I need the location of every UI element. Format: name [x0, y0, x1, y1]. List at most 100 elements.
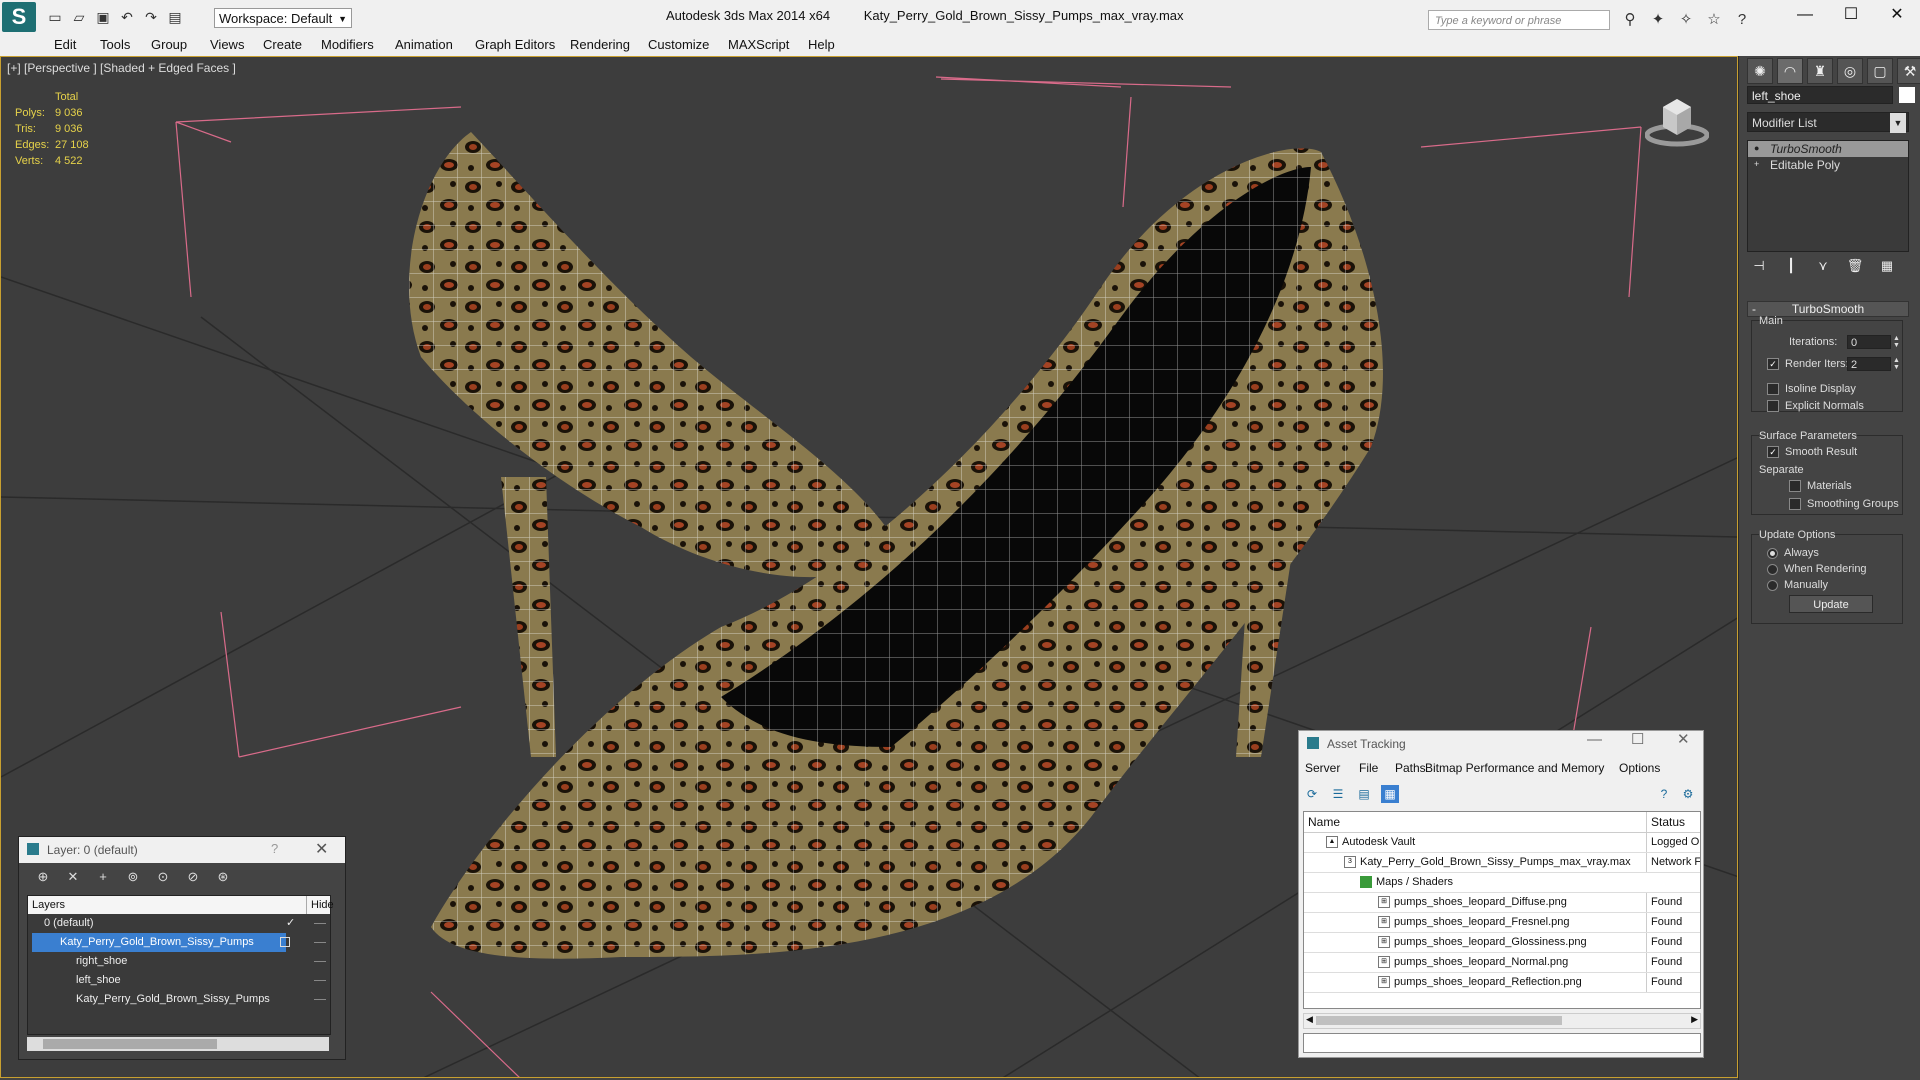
select-objects-icon[interactable]: ⊚	[125, 869, 141, 885]
asset-row[interactable]: 3 Katy_Perry_Gold_Brown_Sissy_Pumps_max_v…	[1304, 853, 1700, 873]
list-view-icon[interactable]: ☰	[1329, 785, 1347, 803]
make-unique-icon[interactable]: ⋎	[1813, 256, 1833, 276]
layer-row[interactable]: right_shoe	[28, 952, 330, 971]
open-file-icon[interactable]: ▱	[70, 8, 88, 26]
asset-row[interactable]: ⊞ pumps_shoes_leopard_Glossiness.png Foun…	[1304, 933, 1700, 953]
asset-row[interactable]: Maps / Shaders	[1304, 873, 1700, 893]
hide-toggle[interactable]	[314, 980, 326, 981]
viewcube-icon[interactable]	[1645, 87, 1709, 151]
menu-group[interactable]: Group	[151, 34, 187, 56]
materials-checkbox[interactable]: Materials	[1789, 479, 1852, 493]
refresh-icon[interactable]: ⟳	[1303, 785, 1321, 803]
menu-graph-editors[interactable]: Graph Editors	[475, 34, 555, 56]
hide-toggle[interactable]	[314, 942, 326, 943]
stack-item-editable-poly[interactable]: + Editable Poly	[1748, 157, 1908, 173]
close-icon[interactable]: ✕	[315, 839, 328, 859]
col-name[interactable]: Name	[1308, 812, 1340, 832]
favorites-icon[interactable]: ☆	[1704, 10, 1724, 30]
scrollbar-thumb[interactable]	[1316, 1016, 1562, 1025]
spinner-arrows-icon[interactable]: ▲ ▼	[1893, 335, 1901, 349]
active-layer-check-icon[interactable]: ✓	[286, 914, 295, 933]
layer-horizontal-scrollbar[interactable]	[27, 1037, 329, 1051]
workspace-dropdown[interactable]: Workspace: Default ▼	[214, 8, 352, 28]
close-icon[interactable]: ✕	[1677, 732, 1690, 747]
layer-row[interactable]: 0 (default) ✓	[28, 914, 330, 933]
app-logo-button[interactable]: S	[2, 2, 36, 32]
configure-sets-icon[interactable]: ▦	[1877, 256, 1897, 276]
menu-bitmap-performance[interactable]: Bitmap Performance and Memory	[1425, 761, 1604, 775]
menu-paths[interactable]: Paths	[1395, 761, 1426, 775]
hide-toggle[interactable]	[314, 999, 326, 1000]
layer-row[interactable]: left_shoe	[28, 971, 330, 990]
menu-tools[interactable]: Tools	[100, 34, 130, 56]
expand-plus-icon[interactable]: +	[1754, 159, 1764, 169]
smooth-result-checkbox[interactable]: ✓ Smooth Result	[1767, 445, 1857, 459]
freeze-all-icon[interactable]: ⊛	[215, 869, 231, 885]
search-input[interactable]: Type a keyword or phrase	[1428, 10, 1610, 30]
table-view-icon[interactable]: ▦	[1381, 785, 1399, 803]
col-layers[interactable]: Layers	[32, 896, 65, 914]
hierarchy-tab-icon[interactable]: ♜	[1807, 58, 1833, 84]
object-color-swatch[interactable]	[1899, 87, 1915, 103]
stack-item-turbosmooth[interactable]: ● TurboSmooth	[1748, 141, 1908, 157]
asset-row[interactable]: ▲ Autodesk Vault Logged O	[1304, 833, 1700, 853]
layer-row[interactable]: Katy_Perry_Gold_Brown_Sissy_Pumps	[28, 933, 330, 952]
asset-row[interactable]: ⊞ pumps_shoes_leopard_Reflection.png Foun…	[1304, 973, 1700, 993]
maximize-icon[interactable]: ☐	[1631, 732, 1644, 747]
explicit-normals-checkbox[interactable]: Explicit Normals	[1767, 399, 1864, 413]
scrollbar-thumb[interactable]	[43, 1039, 217, 1049]
col-status[interactable]: Status	[1646, 812, 1685, 832]
asset-row[interactable]: ⊞ pumps_shoes_leopard_Fresnel.png Found	[1304, 913, 1700, 933]
menu-views[interactable]: Views	[210, 34, 244, 56]
object-name-field[interactable]: left_shoe	[1747, 86, 1893, 104]
update-button[interactable]: Update	[1789, 595, 1873, 613]
always-radio[interactable]: Always	[1767, 546, 1819, 560]
asset-path-field[interactable]	[1303, 1033, 1701, 1053]
highlight-layer-icon[interactable]: ⊙	[155, 869, 171, 885]
create-layer-icon[interactable]: ⊕	[35, 869, 51, 885]
minimize-icon[interactable]: —	[1587, 732, 1602, 747]
layer-row[interactable]: Katy_Perry_Gold_Brown_Sissy_Pumps	[28, 990, 330, 1009]
set-current-icon[interactable]	[280, 937, 290, 947]
menu-customize[interactable]: Customize	[648, 34, 709, 56]
hide-all-icon[interactable]: ⊘	[185, 869, 201, 885]
col-hide[interactable]: Hide	[306, 896, 334, 914]
delete-layer-icon[interactable]: ✕	[65, 869, 81, 885]
motion-tab-icon[interactable]: ◎	[1837, 58, 1863, 84]
help-icon[interactable]: ?	[1732, 10, 1752, 30]
redo-icon[interactable]: ↷	[142, 8, 160, 26]
maximize-icon[interactable]: ☐	[1828, 0, 1874, 34]
asset-horizontal-scrollbar[interactable]: ◀ ▶	[1303, 1013, 1701, 1029]
modifier-list-dropdown[interactable]: Modifier List ▼	[1747, 112, 1909, 133]
hide-toggle[interactable]	[314, 961, 326, 962]
help-icon[interactable]: ?	[1655, 785, 1673, 803]
menu-edit[interactable]: Edit	[54, 34, 76, 56]
close-icon[interactable]: ✕	[1874, 0, 1920, 34]
communication-icon[interactable]: ✧	[1676, 10, 1696, 30]
options-icon[interactable]: ⚙	[1679, 785, 1697, 803]
iterations-spinner[interactable]: 0	[1847, 335, 1891, 349]
lightbulb-icon[interactable]: ●	[1754, 143, 1764, 153]
spinner-arrows-icon[interactable]: ▲ ▼	[1893, 357, 1901, 371]
help-icon[interactable]: ?	[271, 841, 278, 856]
save-file-icon[interactable]: ▣	[94, 8, 112, 26]
asset-row[interactable]: ⊞ pumps_shoes_leopard_Normal.png Found	[1304, 953, 1700, 973]
new-file-icon[interactable]: ▭	[46, 8, 64, 26]
remove-modifier-icon[interactable]: 🗑	[1845, 256, 1865, 276]
binoculars-icon[interactable]: ⚲	[1620, 10, 1640, 30]
manually-radio[interactable]: Manually	[1767, 578, 1828, 592]
menu-file[interactable]: File	[1359, 761, 1378, 775]
menu-animation[interactable]: Animation	[395, 34, 453, 56]
render-iters-spinner[interactable]: 2	[1847, 357, 1891, 371]
add-to-layer-icon[interactable]: +	[95, 869, 111, 885]
create-tab-icon[interactable]: ✺	[1747, 58, 1773, 84]
modify-tab-icon[interactable]: ◠	[1777, 58, 1803, 84]
menu-server[interactable]: Server	[1305, 761, 1340, 775]
display-tab-icon[interactable]: ▢	[1867, 58, 1893, 84]
menu-help[interactable]: Help	[808, 34, 835, 56]
minimize-icon[interactable]: —	[1782, 0, 1828, 34]
menu-modifiers[interactable]: Modifiers	[321, 34, 374, 56]
pin-stack-icon[interactable]: ⊣	[1749, 256, 1769, 276]
scroll-right-icon[interactable]: ▶	[1691, 1014, 1698, 1025]
smoothing-groups-checkbox[interactable]: Smoothing Groups	[1789, 497, 1899, 511]
